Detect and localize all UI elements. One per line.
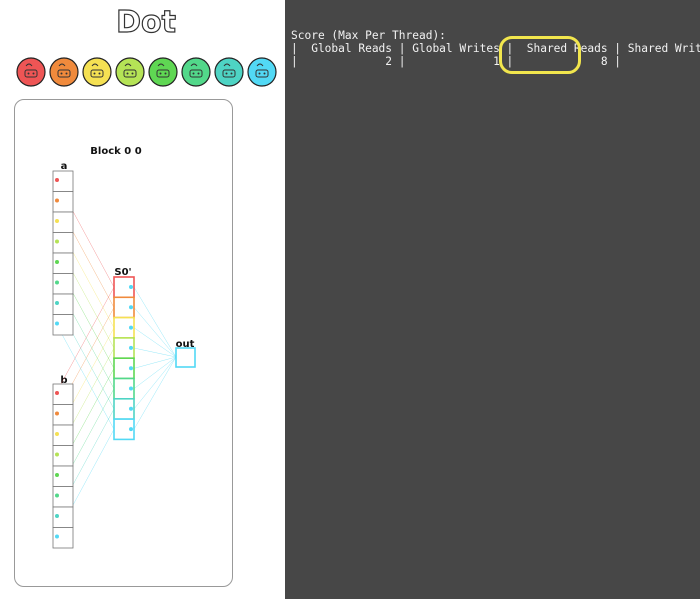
robot-eye [60, 72, 63, 75]
b-read-dot [55, 452, 59, 457]
array-b [52, 383, 74, 549]
shared-read-dot [129, 285, 133, 289]
robot-eye [32, 72, 35, 75]
thread-circle [247, 57, 277, 87]
robot-eye [131, 72, 134, 75]
thread-circle [115, 57, 145, 87]
shared-to-out-line [133, 356, 177, 369]
robot-eye [159, 72, 162, 75]
score-panel [285, 0, 700, 599]
a-read-dot [55, 321, 59, 326]
thread-circle [49, 57, 79, 87]
robot-eye [126, 72, 129, 75]
thread-icon [181, 57, 211, 87]
shared-to-out-line [133, 356, 177, 389]
b-read-dot [55, 514, 59, 518]
thread-icon [16, 57, 46, 87]
robot-eye [225, 72, 228, 75]
b-read-dot [55, 473, 59, 477]
b-read-dot [55, 534, 59, 539]
shared-to-out-line [133, 287, 177, 358]
a-read-dot [55, 198, 59, 203]
a-read-dot [55, 260, 59, 264]
thread-circle [214, 57, 244, 87]
shared-read-dot [129, 406, 133, 411]
robot-eye [65, 72, 68, 75]
robot-eye [164, 72, 167, 75]
shared-read-dot [129, 325, 133, 330]
thread-icon [214, 57, 244, 87]
thread-circle [82, 57, 112, 87]
thread-icon [247, 57, 277, 87]
shared-to-out-line [133, 356, 177, 430]
thread-icon [82, 57, 112, 87]
thread-icon-row [16, 57, 277, 87]
block-diagram: Block 0 0 a b S0' out [52, 146, 196, 549]
robot-eye [230, 72, 233, 75]
b-read-dot [55, 391, 59, 395]
score-table: Score (Max Per Thread): | Global Reads |… [291, 29, 700, 68]
input-a-label: a [61, 161, 68, 172]
shared-read-dot [129, 345, 133, 350]
a-read-dot [55, 301, 59, 305]
robot-eye [263, 72, 266, 75]
shared-array [113, 276, 135, 441]
robot-eye [192, 72, 195, 75]
thread-icon [148, 57, 178, 87]
shared-to-out-line [133, 356, 177, 410]
array-a [52, 170, 74, 336]
shared-read-dot [129, 427, 133, 432]
robot-eye [27, 72, 30, 75]
robot-eye [258, 72, 261, 75]
shared-read-dot [129, 386, 133, 391]
b-read-dot [55, 493, 59, 498]
thread-icon [115, 57, 145, 87]
thread-circle [16, 57, 46, 87]
shared-reads-highlight [499, 36, 581, 74]
b-read-dot [55, 432, 59, 436]
robot-eye [93, 72, 96, 75]
a-read-dot [55, 219, 59, 223]
block-title: Block 0 0 [90, 146, 141, 157]
robot-eye [98, 72, 101, 75]
shared-read-dot [129, 366, 133, 371]
thread-circle [148, 57, 178, 87]
robot-eye [197, 72, 200, 75]
thread-icon [49, 57, 79, 87]
a-read-dot [55, 239, 59, 244]
thread-circle [181, 57, 211, 87]
b-read-dot [55, 411, 59, 416]
output-cell [175, 347, 196, 368]
a-read-dot [55, 280, 59, 285]
a-read-dot [55, 178, 59, 182]
shared-read-dot [129, 305, 133, 310]
